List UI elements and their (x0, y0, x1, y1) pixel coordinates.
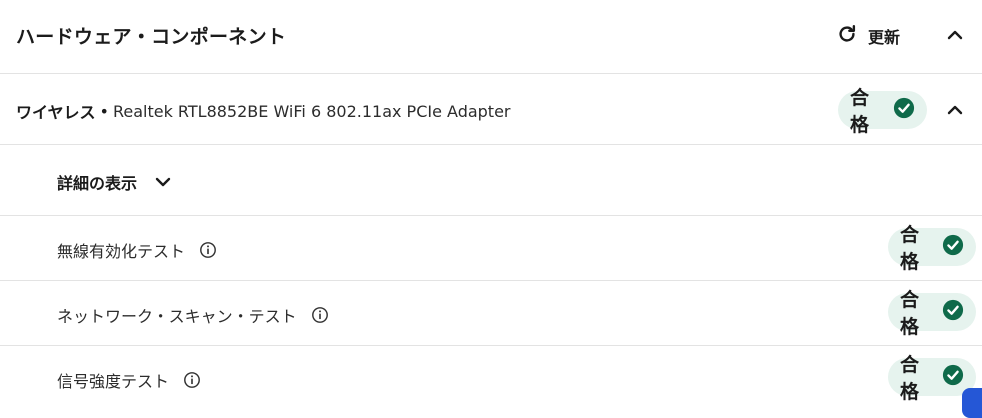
test-name: ネットワーク・スキャン・テスト (57, 307, 297, 326)
check-circle-icon (942, 364, 964, 390)
chevron-up-icon (947, 26, 963, 45)
chevron-down-icon (155, 173, 171, 192)
wireless-device-label: ワイヤレス • Realtek RTL8852BE WiFi 6 802.11a… (16, 99, 511, 123)
refresh-label: 更新 (868, 28, 901, 47)
info-icon[interactable] (199, 241, 217, 259)
wireless-device-row: ワイヤレス • Realtek RTL8852BE WiFi 6 802.11a… (0, 74, 982, 145)
details-row: 詳細の表示 (0, 145, 982, 216)
status-text: 合格 (850, 87, 870, 136)
test-label: ネットワーク・スキャン・テスト (57, 303, 329, 327)
refresh-icon (836, 23, 858, 49)
test-row: 信号強度テスト 合格 (0, 346, 982, 406)
hardware-components-header: ハードウェア・コンポーネント 更新 (0, 0, 982, 74)
status-badge: 合格 (888, 224, 976, 273)
check-circle-icon (893, 97, 915, 123)
check-circle-icon (942, 299, 964, 325)
test-row: 無線有効化テスト 合格 (0, 216, 982, 281)
device-separator: • (99, 101, 109, 121)
floating-action-button[interactable] (962, 388, 982, 418)
status-badge: 合格 (888, 289, 976, 338)
collapse-device-button[interactable] (942, 97, 968, 123)
collapse-section-button[interactable] (942, 22, 968, 48)
test-name: 無線有効化テスト (57, 242, 186, 261)
info-icon[interactable] (183, 371, 201, 389)
status-text: 合格 (900, 354, 920, 403)
status-badge: 合格 (838, 87, 927, 136)
chevron-up-icon (947, 101, 963, 120)
status-text: 合格 (900, 224, 920, 273)
test-label: 無線有効化テスト (57, 238, 217, 262)
show-details-toggle[interactable]: 詳細の表示 (57, 170, 171, 194)
section-title: ハードウェア・コンポーネント (16, 26, 287, 48)
info-icon[interactable] (311, 306, 329, 324)
test-label: 信号強度テスト (57, 368, 201, 392)
test-name: 信号強度テスト (57, 372, 170, 391)
device-name: Realtek RTL8852BE WiFi 6 802.11ax PCIe A… (112, 101, 511, 121)
check-circle-icon (942, 234, 964, 260)
test-row: ネットワーク・スキャン・テスト 合格 (0, 281, 982, 346)
status-text: 合格 (900, 289, 920, 338)
device-category: ワイヤレス (16, 103, 96, 122)
refresh-button[interactable]: 更新 (836, 20, 900, 52)
show-details-label: 詳細の表示 (57, 174, 138, 193)
